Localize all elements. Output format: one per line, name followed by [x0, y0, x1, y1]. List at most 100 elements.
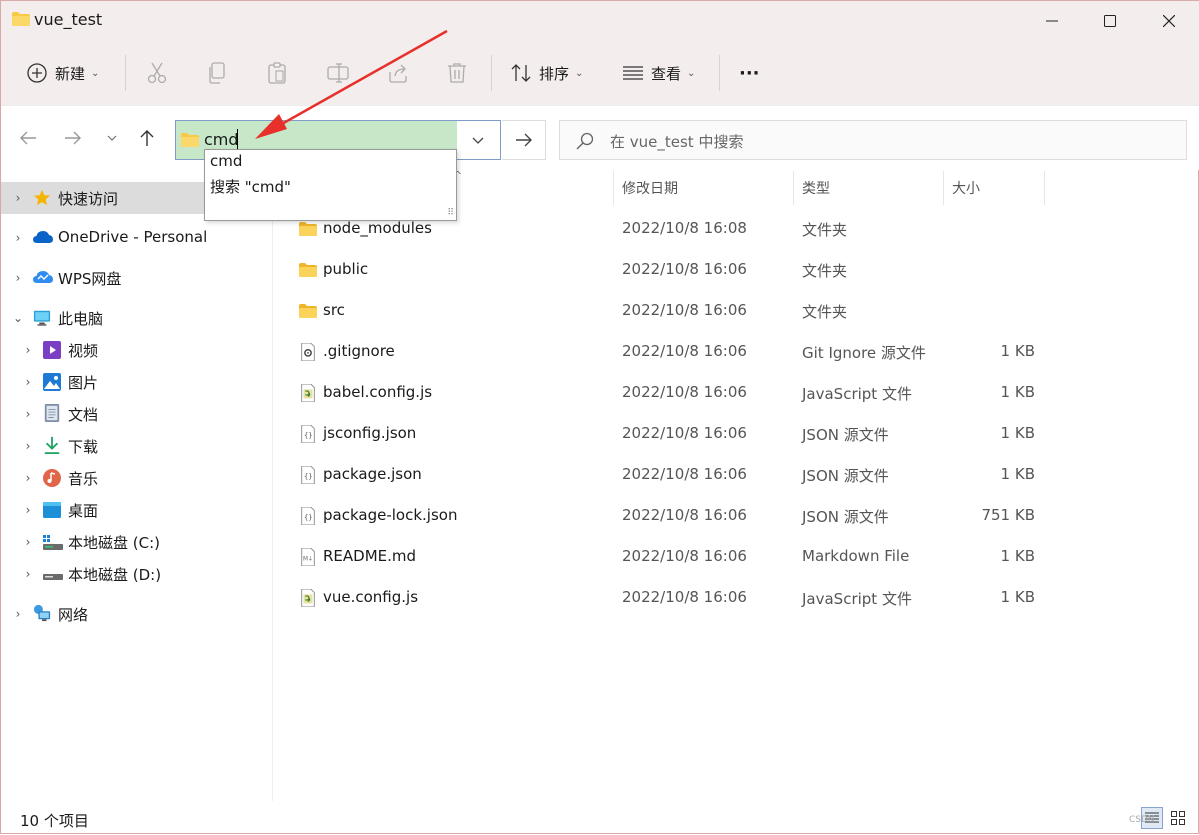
- file-row[interactable]: babel.config.js 2022/10/8 16:06 JavaScri…: [291, 373, 1051, 414]
- chevron-right-icon[interactable]: ›: [11, 191, 25, 205]
- column-divider[interactable]: [613, 171, 614, 205]
- arrow-right-icon: [515, 133, 532, 147]
- sidebar-item-downloads[interactable]: › 下载: [1, 430, 272, 462]
- sidebar-item-documents[interactable]: › 文档: [1, 398, 272, 430]
- trash-icon: [448, 63, 466, 83]
- file-explorer-window: vue_test 新建 ⌄ 排序 ⌄ 查看 ⌄ ··· cmd 在 vue_te…: [0, 0, 1199, 834]
- chevron-right-icon[interactable]: ›: [21, 471, 35, 485]
- chevron-right-icon[interactable]: ›: [21, 343, 35, 357]
- chevron-right-icon[interactable]: ›: [21, 567, 35, 581]
- title-bar[interactable]: vue_test: [1, 1, 1199, 41]
- new-button[interactable]: 新建 ⌄: [27, 41, 99, 105]
- file-name: jsconfig.json: [323, 424, 417, 442]
- file-row[interactable]: {} jsconfig.json 2022/10/8 16:06 JSON 源文…: [291, 414, 1051, 455]
- cut-button[interactable]: [147, 41, 167, 105]
- sidebar-item-wps-cloud[interactable]: › WPS网盘: [1, 262, 272, 294]
- share-button[interactable]: [387, 41, 409, 105]
- column-header-type[interactable]: 类型: [802, 171, 830, 205]
- sidebar-label: 图片: [68, 374, 99, 392]
- recent-locations-button[interactable]: [100, 126, 124, 150]
- file-row[interactable]: src 2022/10/8 16:06 文件夹: [291, 291, 1051, 332]
- column-label: 大小: [952, 181, 980, 197]
- paste-button[interactable]: [267, 41, 287, 105]
- forward-button[interactable]: [61, 126, 85, 150]
- file-row[interactable]: {} package.json 2022/10/8 16:06 JSON 源文件…: [291, 455, 1051, 496]
- chevron-right-icon[interactable]: ›: [21, 439, 35, 453]
- svg-text:M↓: M↓: [303, 556, 313, 563]
- suggestion-item[interactable]: cmd: [210, 152, 242, 170]
- file-type: Git Ignore 源文件: [802, 344, 926, 362]
- sidebar-item-videos[interactable]: › 视频: [1, 334, 272, 366]
- sidebar-item-pictures[interactable]: › 图片: [1, 366, 272, 398]
- large-icons-view-button[interactable]: [1167, 807, 1189, 829]
- sidebar-item-network[interactable]: › 网络: [1, 598, 272, 630]
- chevron-right-icon[interactable]: ›: [21, 407, 35, 421]
- sidebar-item-drive-d[interactable]: › 本地磁盘 (D:): [1, 558, 272, 590]
- file-row[interactable]: .gitignore 2022/10/8 16:06 Git Ignore 源文…: [291, 332, 1051, 373]
- chevron-right-icon[interactable]: ›: [21, 503, 35, 517]
- folder-icon: [299, 304, 317, 318]
- file-date: 2022/10/8 16:06: [622, 547, 747, 565]
- chevron-right-icon[interactable]: ›: [11, 607, 25, 621]
- chevron-right-icon[interactable]: ›: [11, 231, 25, 245]
- sidebar-item-onedrive[interactable]: › OneDrive - Personal: [1, 222, 272, 254]
- file-row[interactable]: public 2022/10/8 16:06 文件夹: [291, 250, 1051, 291]
- column-divider[interactable]: [1044, 171, 1045, 205]
- file-date: 2022/10/8 16:06: [622, 588, 747, 606]
- search-box[interactable]: 在 vue_test 中搜索: [559, 120, 1187, 160]
- downloads-icon: [44, 436, 60, 454]
- file-size: 1 KB: [1000, 465, 1035, 483]
- network-icon: [33, 604, 51, 622]
- file-row[interactable]: vue.config.js 2022/10/8 16:06 JavaScript…: [291, 578, 1051, 619]
- address-input[interactable]: cmd: [204, 130, 239, 149]
- view-button[interactable]: 查看 ⌄: [623, 41, 695, 105]
- chevron-down-icon[interactable]: ⌄: [11, 311, 25, 325]
- toolbar-divider: [719, 55, 720, 91]
- file-size: 1 KB: [1000, 383, 1035, 401]
- more-options-button[interactable]: ···: [739, 41, 760, 105]
- file-date: 2022/10/8 16:06: [622, 260, 747, 278]
- back-button[interactable]: [16, 126, 40, 150]
- resize-grip-icon[interactable]: ⠿: [447, 208, 454, 218]
- documents-icon: [44, 404, 60, 422]
- computer-icon: [33, 310, 51, 326]
- file-type: JavaScript 文件: [802, 385, 912, 403]
- clipboard-icon: [268, 62, 286, 84]
- go-button[interactable]: [502, 120, 546, 160]
- svg-text:{}: {}: [304, 472, 313, 481]
- videos-icon: [43, 341, 61, 359]
- file-date: 2022/10/8 16:06: [622, 506, 747, 524]
- sort-button[interactable]: 排序 ⌄: [511, 41, 583, 105]
- address-dropdown-button[interactable]: [456, 121, 500, 159]
- close-button[interactable]: [1140, 1, 1198, 41]
- more-options-icon: ···: [739, 62, 760, 84]
- file-name: src: [323, 301, 345, 319]
- list-view-icon: [623, 66, 643, 80]
- folder-icon: [299, 263, 317, 277]
- file-size: 1 KB: [1000, 342, 1035, 360]
- rename-button[interactable]: [327, 41, 349, 105]
- column-divider[interactable]: [943, 171, 944, 205]
- chevron-right-icon[interactable]: ›: [11, 271, 25, 285]
- chevron-right-icon[interactable]: ›: [21, 535, 35, 549]
- file-row[interactable]: {} package-lock.json 2022/10/8 16:06 JSO…: [291, 496, 1051, 537]
- column-header-date[interactable]: 修改日期: [622, 171, 678, 205]
- sidebar-item-desktop[interactable]: › 桌面: [1, 494, 272, 526]
- chevron-right-icon[interactable]: ›: [21, 375, 35, 389]
- up-button[interactable]: [135, 126, 159, 150]
- file-row[interactable]: M↓ README.md 2022/10/8 16:06 Markdown Fi…: [291, 537, 1051, 578]
- minimize-button[interactable]: [1023, 1, 1081, 41]
- column-divider[interactable]: [793, 171, 794, 205]
- copy-button[interactable]: [207, 41, 227, 105]
- file-type: 文件夹: [802, 303, 848, 321]
- sidebar-item-music[interactable]: › 音乐: [1, 462, 272, 494]
- column-header-size[interactable]: 大小: [952, 171, 980, 205]
- scissors-icon: [147, 62, 167, 84]
- maximize-button[interactable]: [1081, 1, 1139, 41]
- suggestion-item[interactable]: 搜索 "cmd": [210, 176, 291, 197]
- delete-button[interactable]: [447, 41, 467, 105]
- file-name: package.json: [323, 465, 422, 483]
- sidebar-item-drive-c[interactable]: › 本地磁盘 (C:): [1, 526, 272, 558]
- sidebar-item-this-pc[interactable]: ⌄ 此电脑: [1, 302, 272, 334]
- folder-icon: [299, 222, 317, 236]
